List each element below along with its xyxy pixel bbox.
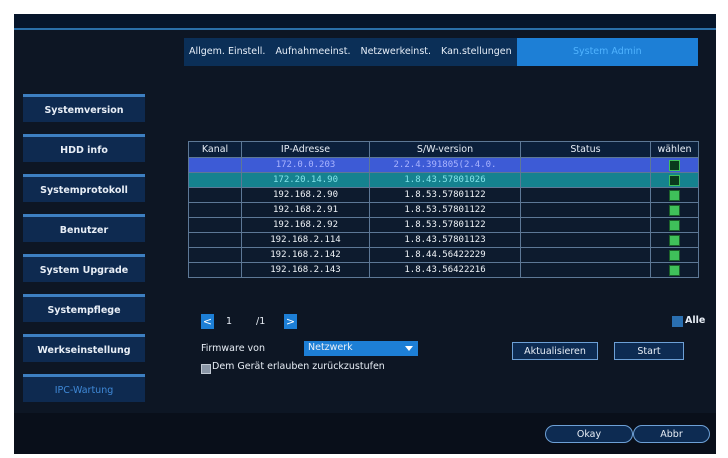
header-select[interactable]: wählen xyxy=(650,141,699,158)
cell-ip: 192.168.2.90 xyxy=(241,187,370,203)
cell-status xyxy=(520,247,651,263)
cell-kanal xyxy=(188,187,242,203)
chevron-down-icon xyxy=(405,346,413,351)
cell-kanal xyxy=(188,172,242,188)
cell-status xyxy=(520,262,651,278)
row-checkbox[interactable] xyxy=(669,264,680,276)
sidebar-item-systemprotokoll[interactable]: Systemprotokoll xyxy=(23,174,145,202)
sidebar-item-benutzer[interactable]: Benutzer xyxy=(23,214,145,242)
firmware-source-label: Firmware von xyxy=(201,343,266,354)
sidebar-item-hdd-info[interactable]: HDD info xyxy=(23,134,145,162)
start-button[interactable]: Start xyxy=(614,342,684,360)
tab-system-admin[interactable]: System Admin xyxy=(516,38,698,66)
tab-channel-settings[interactable]: Kan.stellungen xyxy=(436,38,517,66)
sidebar-item-system-upgrade[interactable]: System Upgrade xyxy=(23,254,145,282)
cell-sw: 1.8.53.57801122 xyxy=(369,202,521,218)
table-row[interactable]: 192.168.2.142 1.8.44.56422229 xyxy=(188,247,699,263)
header-status[interactable]: Status xyxy=(520,141,651,158)
cell-kanal xyxy=(188,262,242,278)
cell-select xyxy=(650,187,699,203)
row-checkbox[interactable] xyxy=(669,189,680,201)
table-row[interactable]: 172.0.0.203 2.2.4.391805(2.4.0. xyxy=(188,157,699,173)
cell-select xyxy=(650,202,699,218)
cell-kanal xyxy=(188,247,242,263)
sidebar-item-ipc-wartung[interactable]: IPC-Wartung xyxy=(23,374,145,402)
sidebar-item-systemversion[interactable]: Systemversion xyxy=(23,94,145,122)
cell-status xyxy=(520,232,651,248)
table-row[interactable]: 192.168.2.143 1.8.43.56422216 xyxy=(188,262,699,278)
cell-ip: 192.168.2.143 xyxy=(241,262,370,278)
cell-status xyxy=(520,187,651,203)
ipc-table: Kanal IP-Adresse S/W-version Status wähl… xyxy=(188,141,699,278)
refresh-button[interactable]: Aktualisieren xyxy=(512,342,598,360)
cell-sw: 2.2.4.391805(2.4.0. xyxy=(369,157,521,173)
cell-select xyxy=(650,217,699,233)
cell-sw: 1.8.44.56422229 xyxy=(369,247,521,263)
sidebar-item-werkseinstellung[interactable]: Werkseinstellung xyxy=(23,334,145,362)
header-ip[interactable]: IP-Adresse xyxy=(241,141,370,158)
cell-ip: 192.168.2.91 xyxy=(241,202,370,218)
cell-ip: 192.168.2.142 xyxy=(241,247,370,263)
tab-general-settings[interactable]: Allgem. Einstell. xyxy=(184,38,270,66)
cell-select xyxy=(650,157,699,173)
cell-ip: 192.168.2.114 xyxy=(241,232,370,248)
header-kanal[interactable]: Kanal xyxy=(188,141,242,158)
cell-status xyxy=(520,202,651,218)
allow-downgrade-checkbox[interactable] xyxy=(201,364,211,374)
table-row[interactable]: 192.168.2.90 1.8.53.57801122 xyxy=(188,187,699,203)
header-sw[interactable]: S/W-version xyxy=(369,141,521,158)
row-checkbox[interactable] xyxy=(669,204,680,216)
cell-ip: 172.0.0.203 xyxy=(241,157,370,173)
cell-sw: 1.8.53.57801122 xyxy=(369,217,521,233)
row-checkbox[interactable] xyxy=(669,174,680,186)
cancel-button[interactable]: Abbr xyxy=(633,425,710,443)
total-pages: /1 xyxy=(256,316,266,327)
firmware-source-dropdown[interactable]: Netzwerk xyxy=(304,341,418,356)
row-checkbox[interactable] xyxy=(669,219,680,231)
select-all-label: Alle xyxy=(685,315,706,326)
tab-recording-settings[interactable]: Aufnahmeeinst. xyxy=(270,38,355,66)
firmware-source-value: Netzwerk xyxy=(308,342,353,353)
cell-select xyxy=(650,262,699,278)
table-row[interactable]: 192.168.2.114 1.8.43.57801123 xyxy=(188,232,699,248)
current-page: 1 xyxy=(226,316,233,327)
cell-select xyxy=(650,232,699,248)
cell-ip: 192.168.2.92 xyxy=(241,217,370,233)
row-checkbox[interactable] xyxy=(669,249,680,261)
sidebar-item-systempflege[interactable]: Systempflege xyxy=(23,294,145,322)
cell-status xyxy=(520,217,651,233)
cell-kanal xyxy=(188,202,242,218)
cell-status xyxy=(520,172,651,188)
cell-sw: 1.8.43.57801026 xyxy=(369,172,521,188)
tab-bar: Allgem. Einstell. Aufnahmeeinst. Netzwer… xyxy=(184,38,698,66)
table-row[interactable]: 192.168.2.92 1.8.53.57801122 xyxy=(188,217,699,233)
table-row[interactable]: 172.20.14.90 1.8.43.57801026 xyxy=(188,172,699,188)
cell-select xyxy=(650,247,699,263)
table-row[interactable]: 192.168.2.91 1.8.53.57801122 xyxy=(188,202,699,218)
row-checkbox[interactable] xyxy=(669,159,680,171)
next-page-button[interactable]: > xyxy=(284,314,297,329)
cell-sw: 1.8.43.57801123 xyxy=(369,232,521,248)
cell-sw: 1.8.43.56422216 xyxy=(369,262,521,278)
tab-network-settings[interactable]: Netzwerkeinst. xyxy=(355,38,436,66)
cell-select xyxy=(650,172,699,188)
allow-downgrade-label: Dem Gerät erlauben zurückzustufen xyxy=(212,361,385,372)
select-all-checkbox[interactable] xyxy=(672,316,683,327)
ok-button[interactable]: Okay xyxy=(545,425,633,443)
cell-status xyxy=(520,157,651,173)
cell-ip: 172.20.14.90 xyxy=(241,172,370,188)
title-bar xyxy=(14,14,716,30)
cell-kanal xyxy=(188,157,242,173)
cell-kanal xyxy=(188,232,242,248)
prev-page-button[interactable]: < xyxy=(201,314,214,329)
cell-kanal xyxy=(188,217,242,233)
row-checkbox[interactable] xyxy=(669,234,680,246)
cell-sw: 1.8.53.57801122 xyxy=(369,187,521,203)
table-header-row: Kanal IP-Adresse S/W-version Status wähl… xyxy=(188,141,699,158)
